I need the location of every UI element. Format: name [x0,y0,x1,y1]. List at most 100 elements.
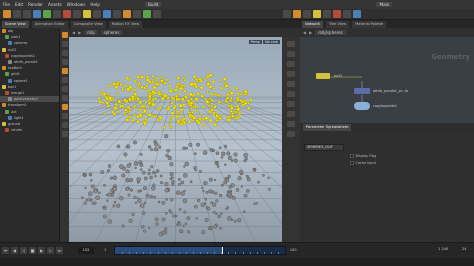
group-display-icon[interactable] [287,131,295,137]
menu-help[interactable]: Help [90,2,100,7]
viewport-subpath[interactable]: spheres [100,30,123,35]
magnet-tool-icon[interactable] [61,113,68,119]
rigid-tool-icon[interactable] [103,10,111,18]
geo-light-icon[interactable] [353,10,361,18]
pyro-tool-icon[interactable] [123,10,131,18]
particle-tool-icon[interactable] [83,10,91,18]
view-persp-label[interactable]: Persp [248,40,262,44]
camera-tool-icon[interactable] [73,10,81,18]
sphere-instance [105,193,109,197]
select-tool-icon[interactable] [61,32,68,38]
move-tool-icon[interactable] [61,41,68,47]
rotate-tool-icon[interactable] [61,50,68,56]
lights-shelf-icon[interactable] [293,10,301,18]
handle-tool-icon[interactable] [61,68,68,74]
tab-network[interactable]: Network [302,20,324,28]
sphere-instance [186,216,191,221]
curve-tool-icon[interactable] [43,10,51,18]
view-tool-icon[interactable] [61,86,68,92]
scatter-point [247,106,251,110]
terrain-tool-icon[interactable] [153,10,161,18]
network-back-icon[interactable]: ◀ [303,30,306,35]
main-label[interactable]: Main [376,2,393,7]
display-options-icon[interactable] [287,41,295,47]
tab-animation-editor[interactable]: Animation Editor [31,20,68,28]
tab-material-palette[interactable]: Material Palette [352,20,387,28]
sphere-instance [152,171,156,174]
scatter-point [231,112,235,115]
menu-windows[interactable]: Windows [67,2,86,7]
points-display-icon[interactable] [287,101,295,107]
pose-tool-icon[interactable] [61,77,68,83]
display-flag-checkbox[interactable] [350,154,354,158]
wire-tool-icon[interactable] [133,10,141,18]
current-frame-field[interactable]: 152 [78,247,94,254]
skylight-tool-icon[interactable] [303,10,311,18]
play-reverse-icon[interactable]: ◁ [20,247,27,254]
peak-tool-icon[interactable] [61,122,68,128]
viewport-back-icon[interactable]: ◀ [72,30,75,35]
node-name-field[interactable]: SPHERES_OUT [304,144,344,151]
null-tool-icon[interactable] [33,10,41,18]
play-icon[interactable]: ▶ [38,247,45,254]
snap-tool-icon[interactable] [61,95,68,101]
node-null2[interactable] [316,73,330,79]
lighting-icon[interactable] [287,71,295,77]
draw-tool-icon[interactable] [53,10,61,18]
menu-assets[interactable]: Assets [48,2,62,7]
desktop-selector[interactable]: Build [144,2,162,7]
stop-icon[interactable]: ■ [29,247,36,254]
wireframe-icon[interactable] [287,61,295,67]
scatter-point [124,108,128,112]
grid-tool-icon[interactable] [23,10,31,18]
scale-tool-icon[interactable] [61,59,68,65]
light-tool-icon[interactable] [63,10,71,18]
cloth-tool-icon[interactable] [113,10,121,18]
area-tool-icon[interactable] [343,10,351,18]
template-icon[interactable] [287,91,295,97]
scatter-point [111,110,115,114]
uv-display-icon[interactable] [287,121,295,127]
step-forward-icon[interactable]: ▷ [47,247,54,254]
network-forward-icon[interactable]: ▶ [309,30,312,35]
viewport-forward-icon[interactable]: ▶ [78,30,81,35]
timeline-scrubber[interactable] [114,246,286,255]
tab-composite-view[interactable]: Composite View [70,20,106,28]
box-tool-icon[interactable] [13,10,21,18]
cache-input-checkbox[interactable] [350,161,354,165]
sphere-instance [215,151,220,155]
tab-scene-view[interactable]: Scene View [2,20,29,28]
tree-item[interactable]: render [0,127,59,133]
go-start-icon[interactable]: ⏮ [2,247,9,254]
network-path[interactable]: /obj/spheres [315,30,346,35]
render-tool-icon[interactable] [283,10,291,18]
sun-tool-icon[interactable] [313,10,321,18]
go-end-icon[interactable]: ⏭ [56,247,63,254]
view-camera-label[interactable]: No cam [263,40,280,44]
spot-tool-icon[interactable] [333,10,341,18]
display-tool-icon[interactable] [61,131,68,137]
normals-display-icon[interactable] [287,111,295,117]
parm-display-flag[interactable]: Display Flag [350,154,376,158]
sphere-instance [143,201,147,205]
menu-file[interactable]: File [3,2,10,7]
scene-viewport[interactable]: Persp No cam [69,37,282,242]
brush-tool-icon[interactable] [61,104,68,110]
node-attrib-pscale[interactable] [354,88,370,94]
parm-cache-input[interactable]: Cache Input [350,161,376,165]
menu-edit[interactable]: Edit [15,2,23,7]
network-editor[interactable]: Geometry null2 attrib_pscale1_pr...ts co… [300,37,474,123]
ghost-icon[interactable] [287,81,295,87]
tab-tree-view[interactable]: Tree View [326,20,350,28]
tab-parameter-spreadsheet[interactable]: Parameter Spreadsheet [303,124,352,131]
node-copytopoints[interactable] [354,102,370,110]
fluid-tool-icon[interactable] [93,10,101,18]
shading-icon[interactable] [287,51,295,57]
menu-render[interactable]: Render [28,2,43,7]
viewport-path[interactable]: /obj [84,30,98,35]
step-back-icon[interactable]: ◀ [11,247,18,254]
sphere-tool-icon[interactable] [3,10,11,18]
crowd-tool-icon[interactable] [143,10,151,18]
env-tool-icon[interactable] [323,10,331,18]
tab-motion-fx[interactable]: Motion FX View [108,20,143,28]
